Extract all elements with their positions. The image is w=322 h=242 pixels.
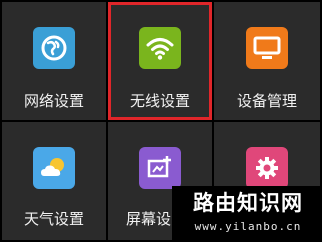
monitor-icon [246,27,288,69]
screen-edit-icon [139,147,181,189]
gear-icon [246,147,288,189]
tile-network-settings[interactable]: 网络设置 [2,2,106,120]
weather-icon [33,147,75,189]
watermark-url: www.yilanbo.cn [194,220,302,233]
watermark-title: 路由知识网 [193,191,303,215]
tile-wireless-settings[interactable]: 无线设置 [108,2,212,120]
wifi-icon [139,27,181,69]
tile-device-management[interactable]: 设备管理 [214,2,320,120]
watermark: 路由知识网 www.yilanbo.cn [172,186,322,242]
tile-label: 网络设置 [23,92,84,110]
tile-weather-settings[interactable]: 天气设置 [2,122,106,240]
tile-label: 天气设置 [23,210,84,228]
globe-icon [33,27,75,69]
tile-label: 无线设置 [129,92,190,110]
tile-label: 设备管理 [236,92,297,110]
